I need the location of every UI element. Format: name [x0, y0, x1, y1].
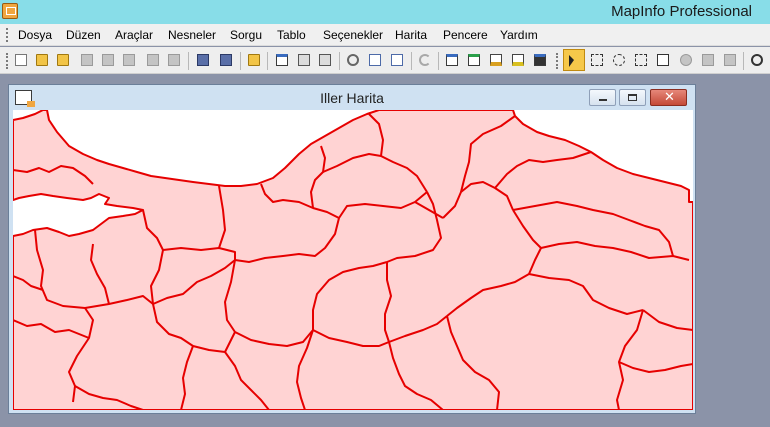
graph-select-icon[interactable] — [722, 52, 738, 68]
toolbar-separator — [188, 52, 189, 70]
menu-bar: Dosya Düzen Araçlar Nesneler Sorgu Tablo… — [0, 24, 770, 46]
radius-select-icon[interactable] — [611, 52, 627, 68]
new-redistrict-icon[interactable] — [532, 52, 548, 68]
unselect-icon[interactable] — [678, 52, 694, 68]
toolbar-grip[interactable] — [6, 53, 9, 69]
maximize-icon — [628, 94, 637, 101]
save-as-icon[interactable] — [218, 52, 234, 68]
open-folder-icon[interactable] — [34, 52, 50, 68]
close-all-icon[interactable] — [100, 52, 116, 68]
select-arrow-icon[interactable] — [563, 49, 585, 71]
land-mass — [13, 110, 693, 410]
menu-nesneler[interactable]: Nesneler — [168, 28, 216, 42]
save-table-icon[interactable] — [121, 52, 137, 68]
toolbar-separator — [743, 52, 744, 70]
save-icon[interactable] — [195, 52, 211, 68]
print-icon[interactable] — [296, 52, 312, 68]
province-map[interactable] — [13, 110, 693, 410]
menu-pencere[interactable]: Pencere — [443, 28, 488, 42]
zoom-in-icon[interactable] — [749, 52, 765, 68]
marquee-select-icon[interactable] — [589, 52, 605, 68]
open-workspace-icon[interactable] — [55, 52, 71, 68]
menu-duzen[interactable]: Düzen — [66, 28, 101, 42]
toolbar-separator — [240, 52, 241, 70]
menu-secenekler[interactable]: Seçenekler — [323, 28, 383, 42]
menu-dosya[interactable]: Dosya — [18, 28, 52, 42]
paste-icon[interactable] — [389, 52, 405, 68]
menu-araclar[interactable]: Araçlar — [115, 28, 153, 42]
zoom-search-icon[interactable] — [145, 52, 161, 68]
export-pdf-icon[interactable] — [317, 52, 333, 68]
mapinfo-app-icon[interactable] — [2, 3, 18, 19]
toolbar-separator — [267, 52, 268, 70]
map-canvas[interactable] — [13, 110, 693, 410]
menu-yardim[interactable]: Yardım — [500, 28, 538, 42]
toolbar-separator — [411, 52, 412, 70]
cut-icon[interactable] — [345, 52, 361, 68]
minimize-button[interactable] — [589, 89, 616, 106]
close-icon: ✕ — [664, 90, 675, 105]
layout-icon[interactable] — [274, 52, 290, 68]
close-button[interactable]: ✕ — [650, 89, 687, 106]
map-window[interactable]: Iller Harita ✕ — [8, 84, 696, 414]
maximize-button[interactable] — [619, 89, 646, 106]
new-layout-icon[interactable] — [510, 52, 526, 68]
undo-icon[interactable] — [417, 52, 433, 68]
zoom-out-search-icon[interactable] — [166, 52, 182, 68]
copy-icon[interactable] — [367, 52, 383, 68]
menu-sorgu[interactable]: Sorgu — [230, 28, 262, 42]
new-document-icon[interactable] — [13, 52, 29, 68]
boundary-select-icon[interactable] — [655, 52, 671, 68]
new-browser-icon[interactable] — [444, 52, 460, 68]
close-table-icon[interactable] — [79, 52, 95, 68]
polygon-select-icon[interactable] — [633, 52, 649, 68]
menu-harita[interactable]: Harita — [395, 28, 427, 42]
new-mapper-icon[interactable] — [466, 52, 482, 68]
toolbar-separator — [438, 52, 439, 70]
menubar-grip[interactable] — [6, 28, 9, 42]
main-toolbar — [0, 47, 770, 74]
minimize-icon — [599, 99, 607, 101]
toolbar-separator — [339, 52, 340, 70]
toolbar-grip[interactable] — [556, 53, 559, 69]
menu-tablo[interactable]: Tablo — [277, 28, 306, 42]
app-title: MapInfo Professional — [611, 3, 752, 20]
open-folder-2-icon[interactable] — [246, 52, 262, 68]
new-grapher-icon[interactable] — [488, 52, 504, 68]
invert-selection-icon[interactable] — [700, 52, 716, 68]
map-window-titlebar[interactable]: Iller Harita ✕ — [9, 85, 695, 109]
app-titlebar: MapInfo Professional — [0, 0, 770, 24]
